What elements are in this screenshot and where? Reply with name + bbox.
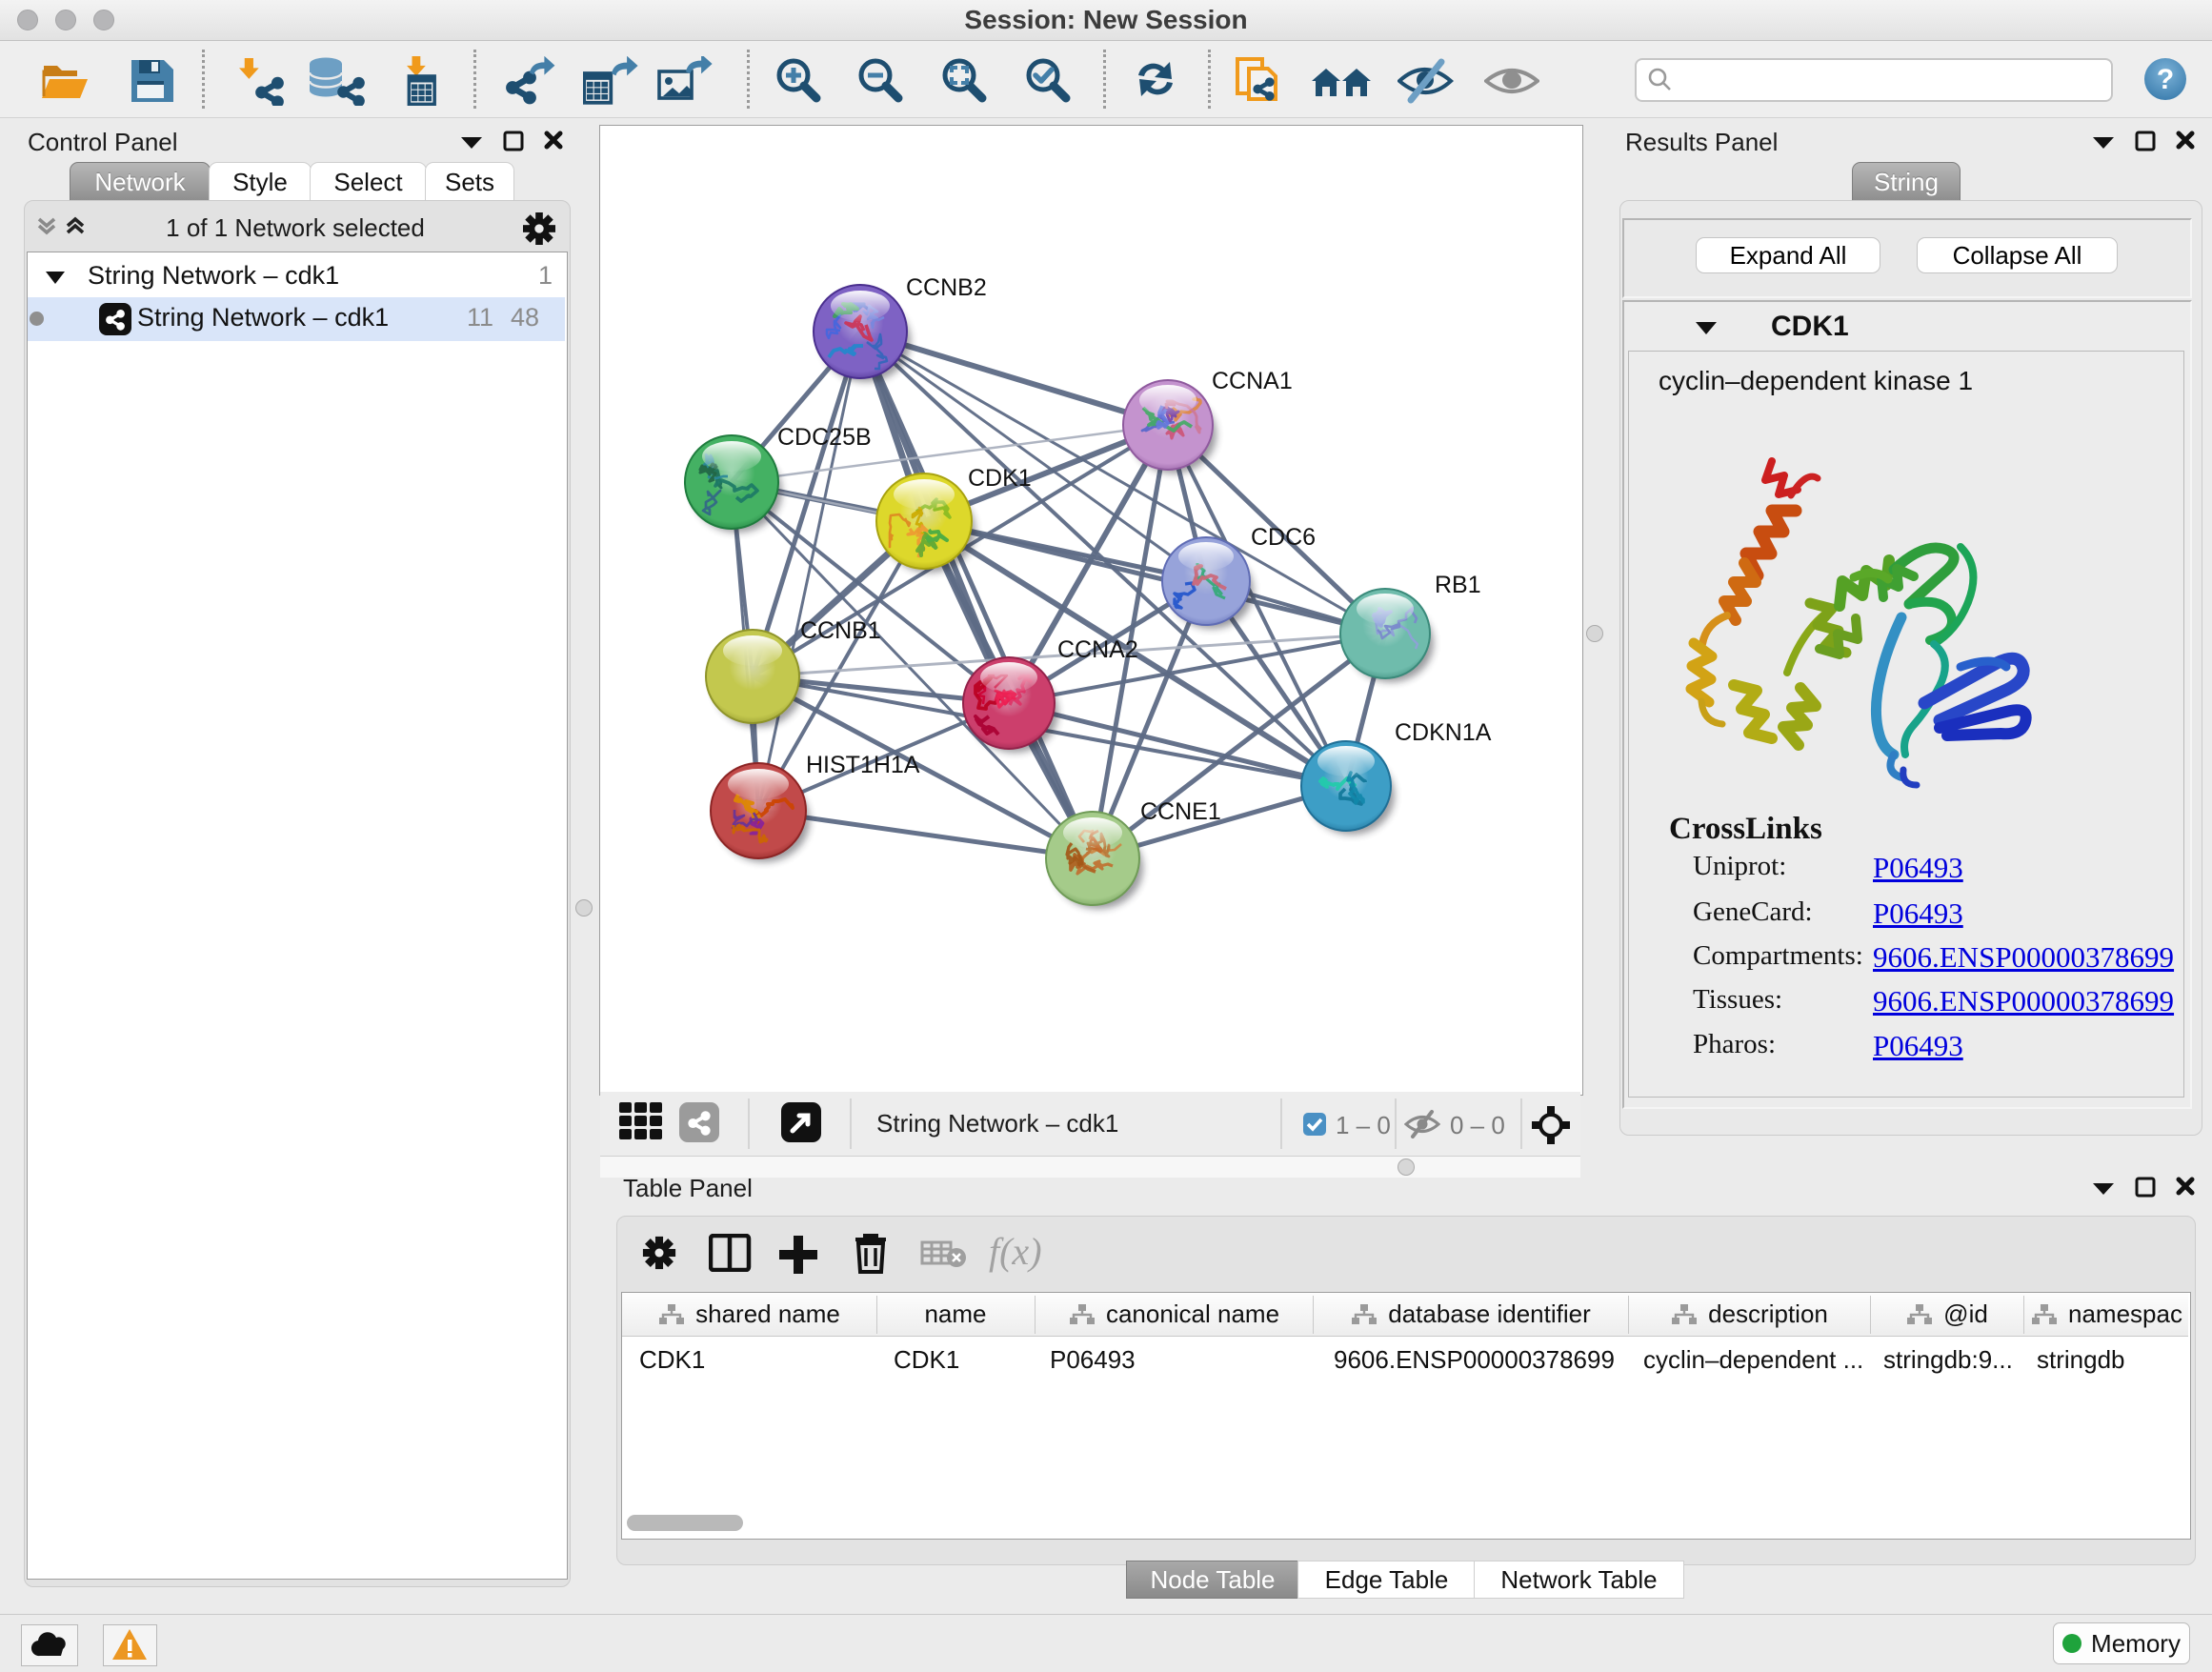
svg-text:CCNB2: CCNB2 bbox=[906, 274, 987, 301]
svg-text:CDC6: CDC6 bbox=[1251, 524, 1316, 551]
svg-text:CCNA2: CCNA2 bbox=[1057, 636, 1138, 663]
svg-text:CDC25B: CDC25B bbox=[777, 424, 872, 451]
svg-text:?: ? bbox=[2157, 64, 2174, 95]
svg-text:CCNE1: CCNE1 bbox=[1140, 798, 1221, 825]
svg-text:CDK1: CDK1 bbox=[968, 465, 1032, 492]
svg-text:CDKN1A: CDKN1A bbox=[1395, 719, 1492, 746]
svg-text:RB1: RB1 bbox=[1435, 572, 1481, 598]
svg-text:CCNB1: CCNB1 bbox=[800, 617, 881, 644]
svg-text:HIST1H1A: HIST1H1A bbox=[806, 752, 920, 778]
svg-text:CCNA1: CCNA1 bbox=[1212, 368, 1293, 394]
